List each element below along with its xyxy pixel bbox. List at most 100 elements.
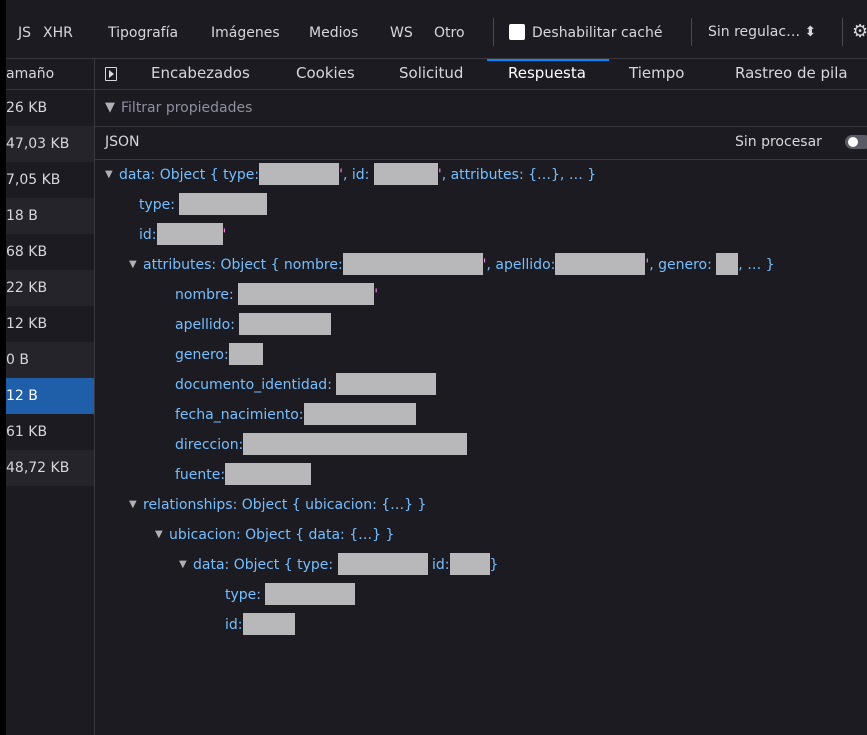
tree-row-ubicacion[interactable]: ▼ ubicacion: Object { data: {…} } [155,520,394,550]
details-tabs: Encabezados Cookies Solicitud Respuesta … [95,59,867,90]
size-cell[interactable]: 61 KB [6,414,94,450]
tree-key: attributes: Object { nombre: [143,257,343,273]
tree-key: , attributes: {…}, … } [441,167,597,183]
redacted-value [716,252,739,275]
tree-key: genero: [175,347,229,363]
tree-row-id[interactable]: id: ' [139,220,226,250]
redacted-value [265,582,356,605]
tab-response[interactable]: Respuesta [508,59,586,89]
tab-request[interactable]: Solicitud [399,59,463,89]
tree-row-documento[interactable]: documento_identidad: [175,370,437,400]
redacted-value [242,612,295,635]
tree-row-inner-data[interactable]: ▼ data: Object { type: id:} [179,550,498,580]
toggle-sidebar-icon[interactable] [105,67,117,81]
tree-row-genero[interactable]: genero: [175,340,263,370]
json-label[interactable]: JSON [105,134,140,150]
tree-row-attributes[interactable]: ▼ attributes: Object { nombre: ', apellido… [129,250,775,280]
redacted-value [228,342,263,365]
size-cell[interactable]: 26 KB [6,90,94,126]
redacted-value [225,462,312,485]
tab-stack-trace[interactable]: Rastreo de pila [735,59,848,89]
filter-ws[interactable]: WS [390,24,413,42]
filter-js[interactable]: JS [18,24,31,42]
redacted-value [336,372,437,395]
size-cell[interactable]: 0 B [6,342,94,378]
redacted-value [259,162,340,185]
filter-properties-input[interactable] [121,98,721,118]
response-panel: Encabezados Cookies Solicitud Respuesta … [95,59,867,735]
disable-cache-checkbox[interactable] [509,24,525,40]
tree-key: , id: [342,167,370,183]
redacted-value [179,192,268,215]
size-cell[interactable]: 22 KB [6,270,94,306]
redacted-value [238,282,375,305]
raw-toggle-switch[interactable] [845,135,867,149]
settings-gear-icon[interactable]: ⚙ [852,21,867,42]
redacted-value [156,222,223,245]
size-column-header[interactable]: amaño [6,59,94,90]
toolbar-divider [691,18,692,46]
redacted-value [449,552,490,575]
tree-key: relationships: Object { ubicacion: {…} } [143,497,427,513]
tree-key: data: Object { type: [119,167,260,183]
tab-cookies[interactable]: Cookies [296,59,355,89]
tab-timings[interactable]: Tiempo [629,59,684,89]
tree-key: apellido: [175,317,235,333]
tree-row-fuente[interactable]: fuente: [175,460,312,490]
tree-row-type[interactable]: type: [139,190,268,220]
redacted-value [303,402,416,425]
expand-arrow-icon[interactable]: ▼ [105,160,119,190]
raw-toggle-label[interactable]: Sin procesar [735,134,822,150]
json-header: JSON Sin procesar [95,127,867,160]
size-cell-selected[interactable]: 12 B [6,378,94,414]
filter-xhr[interactable]: XHR [43,24,73,42]
tree-row-data[interactable]: ▼ data: Object { type: ', id: ', attribute… [105,160,596,190]
tree-key: id: [432,557,450,573]
toolbar-divider [493,18,494,46]
redacted-value [337,552,428,575]
tree-key: data: Object { type: [193,557,334,573]
redacted-value [555,252,646,275]
throttle-select[interactable]: Sin regulac… ⬍ [708,24,816,40]
redacted-value [342,252,483,275]
tree-key: documento_identidad: [175,377,332,393]
tree-row-direccion[interactable]: direccion: [175,430,468,460]
tab-headers[interactable]: Encabezados [151,59,250,89]
expand-arrow-icon[interactable]: ▼ [155,520,169,550]
toolbar-divider [842,18,843,46]
expand-arrow-icon[interactable]: ▼ [179,550,193,580]
tree-key: , apellido: [486,257,556,273]
redacted-value [373,162,438,185]
tree-row-nombre[interactable]: nombre: ' [175,280,378,310]
filter-media[interactable]: Medios [309,24,358,42]
tree-key: fecha_nacimiento: [175,407,304,423]
size-cell[interactable]: 68 KB [6,234,94,270]
filter-fonts[interactable]: Tipografía [108,24,178,42]
filter-images[interactable]: Imágenes [211,24,280,42]
size-cell[interactable]: 12 KB [6,306,94,342]
tree-key: , genero: [649,257,712,273]
tree-row-inner-id[interactable]: id: [225,610,295,640]
filter-toolbar: JS XHR Tipografía Imágenes Medios WS Otr… [6,0,867,59]
tree-key: id: [225,617,243,633]
expand-arrow-icon[interactable]: ▼ [129,490,143,520]
size-column: amaño 26 KB 47,03 KB 7,05 KB 18 B 68 KB … [6,59,95,735]
tree-row-fecha[interactable]: fecha_nacimiento: [175,400,416,430]
tree-key: id: [139,227,157,243]
redacted-value [243,432,468,455]
tree-key: type: [225,587,261,603]
size-cell[interactable]: 47,03 KB [6,126,94,162]
size-cell[interactable]: 48,72 KB [6,450,94,486]
expand-arrow-icon[interactable]: ▼ [129,250,143,280]
tree-key: type: [139,197,175,213]
tree-row-relationships[interactable]: ▼ relationships: Object { ubicacion: {…} … [129,490,426,520]
tree-key: nombre: [175,287,234,303]
filter-other[interactable]: Otro [434,24,465,42]
tree-row-inner-type[interactable]: type: [225,580,356,610]
size-cell[interactable]: 18 B [6,198,94,234]
tree-key: direccion: [175,437,244,453]
redacted-value [239,312,332,335]
size-cell[interactable]: 7,05 KB [6,162,94,198]
tree-row-apellido[interactable]: apellido: [175,310,332,340]
disable-cache-label[interactable]: Deshabilitar caché [532,24,662,42]
